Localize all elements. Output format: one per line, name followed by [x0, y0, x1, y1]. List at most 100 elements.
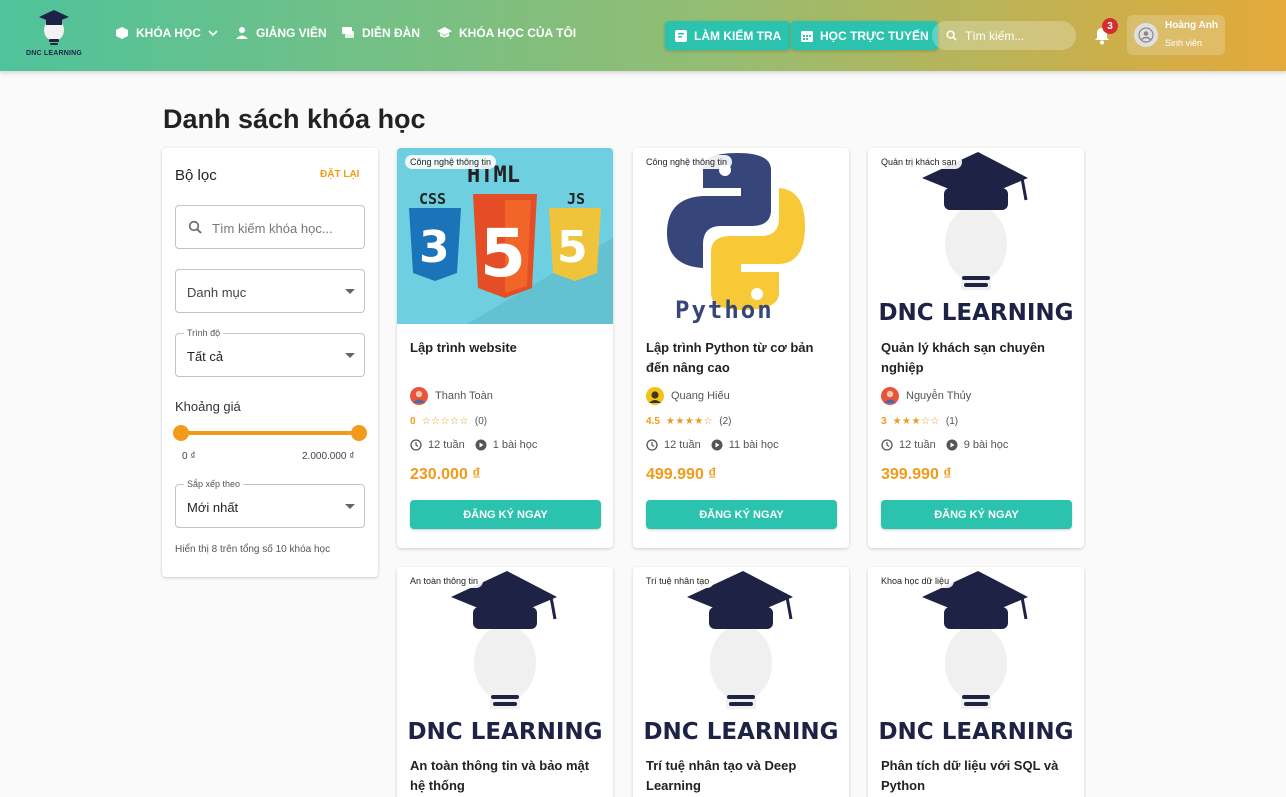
course-duration: 12 tuần — [664, 439, 701, 451]
sort-select-label: Sắp xếp theo — [184, 479, 244, 489]
header-search-input[interactable]: Tìm kiếm... — [932, 21, 1076, 50]
filter-title: Bộ lọc — [175, 167, 217, 184]
course-title[interactable]: Lập trình Python từ cơ bản đến nâng cao — [646, 338, 840, 378]
rating-value: 0 — [410, 416, 416, 427]
category-select[interactable]: Danh mục — [175, 269, 365, 313]
sort-select-value: Mới nhất — [187, 500, 239, 515]
rating-stars: ☆☆☆☆☆ — [421, 416, 469, 427]
course-card[interactable]: DNC LEARNING An toàn thông tin An toàn t… — [397, 567, 613, 797]
category-badge: Quản trị khách sạn — [876, 155, 962, 169]
course-lessons: 1 bài học — [492, 439, 538, 451]
instructor-avatar — [646, 387, 664, 405]
package-icon — [116, 27, 128, 39]
reset-filter-button[interactable]: ĐẶT LẠI — [320, 169, 359, 180]
online-class-button[interactable]: HỌC TRỰC TUYẾN — [791, 21, 938, 50]
course-title[interactable]: Trí tuệ nhân tạo và Deep Learning — [646, 756, 840, 796]
forum-icon — [342, 27, 354, 38]
quiz-button[interactable]: LÀM KIỂM TRA — [665, 21, 791, 50]
nav-khoa-hoc-cua-toi-label: KHÓA HỌC CỦA TÔI — [459, 26, 577, 40]
register-button[interactable]: ĐĂNG KÝ NGAY — [646, 500, 837, 529]
svg-text:5: 5 — [557, 222, 588, 273]
rating-value: 3 — [881, 416, 887, 427]
course-card[interactable]: HTML CSS JS 3 5 5 Công nghệ thông tin Lậ… — [397, 148, 613, 548]
online-class-button-label: HỌC TRỰC TUYẾN — [820, 28, 929, 43]
course-title[interactable]: Phân tích dữ liệu với SQL và Python — [881, 756, 1075, 796]
play-circle-icon — [711, 439, 723, 451]
nav-khoa-hoc[interactable]: KHÓA HỌC — [115, 26, 218, 40]
html-css-js-logo: HTML CSS JS 3 5 5 — [409, 163, 613, 324]
play-circle-icon — [946, 439, 958, 451]
logo-text: DNC LEARNING — [25, 50, 83, 57]
thumb-brand-text: DNC LEARNING — [878, 719, 1073, 743]
course-thumbnail: DNC LEARNING Trí tuệ nhân tạo — [633, 567, 849, 743]
course-meta: 12 tuần 1 bài học — [410, 439, 537, 451]
svg-text:3: 3 — [419, 222, 450, 273]
price-slider-max-handle[interactable] — [351, 425, 367, 441]
category-badge: Công nghệ thông tin — [405, 155, 497, 169]
price-slider-track[interactable] — [181, 431, 359, 435]
course-search-placeholder: Tìm kiếm khóa học... — [212, 221, 333, 236]
course-search-input[interactable]: Tìm kiếm khóa học... — [175, 205, 365, 249]
thumb-brand-text: DNC LEARNING — [878, 300, 1073, 324]
course-thumbnail: DNC LEARNING An toàn thông tin — [397, 567, 613, 743]
course-title[interactable]: Lập trình website — [410, 338, 604, 358]
course-thumbnail: DNC LEARNING Quản trị khách sạn — [868, 148, 1084, 324]
level-select-value: Tất cả — [187, 349, 224, 364]
instructor: Nguyễn Thủy — [881, 387, 971, 405]
course-title[interactable]: An toàn thông tin và bảo mật hệ thống — [410, 756, 604, 796]
register-button[interactable]: ĐĂNG KÝ NGAY — [881, 500, 1072, 529]
review-count: (1) — [945, 416, 959, 427]
category-badge: Công nghệ thông tin — [641, 155, 733, 169]
nav-khoa-hoc-cua-toi[interactable]: KHÓA HỌC CỦA TÔI — [437, 26, 576, 40]
dropdown-arrow-icon — [345, 504, 355, 509]
nav-giang-vien[interactable]: GIẢNG VIÊN — [235, 26, 327, 40]
course-lessons: 11 bài học — [728, 439, 779, 451]
result-count: Hiển thị 8 trên tổng số 10 khóa học — [175, 544, 331, 555]
school-icon — [437, 27, 452, 38]
user-role: Sinh viên — [1165, 38, 1203, 48]
logo[interactable]: DNC LEARNING — [26, 8, 82, 64]
page-title: Danh sách khóa học — [163, 104, 426, 134]
course-card[interactable]: Python Công nghệ thông tin Lập trình Pyt… — [633, 148, 849, 548]
avatar — [1134, 23, 1158, 47]
instructor-name: Nguyễn Thủy — [906, 390, 972, 402]
dnc-brand-thumbnail: DNC LEARNING — [878, 571, 1074, 743]
nav-dien-dan[interactable]: DIỄN ĐÀN — [341, 26, 420, 40]
course-card[interactable]: DNC LEARNING Quản trị khách sạn Quản lý … — [868, 148, 1084, 548]
rating-stars: ★★★☆☆ — [892, 416, 940, 427]
thumb-js-text: JS — [567, 190, 585, 208]
course-meta: 12 tuần 9 bài học — [881, 439, 1008, 451]
category-badge: Khoa học dữ liệu — [876, 574, 955, 588]
dnc-brand-thumbnail: DNC LEARNING — [643, 571, 839, 743]
level-select-label: Trình độ — [184, 328, 224, 338]
course-card[interactable]: DNC LEARNING Khoa học dữ liệu Phân tích … — [868, 567, 1084, 797]
course-thumbnail: Python Công nghệ thông tin — [633, 148, 849, 324]
sort-select[interactable]: Sắp xếp theo Mới nhất — [175, 479, 365, 528]
review-count: (0) — [474, 416, 488, 427]
graduation-bulb-icon — [39, 10, 69, 45]
instructor-avatar — [410, 387, 428, 405]
course-card[interactable]: DNC LEARNING Trí tuệ nhân tạo Trí tuệ nh… — [633, 567, 849, 797]
thumb-brand-text: DNC LEARNING — [643, 719, 838, 743]
play-circle-icon — [475, 439, 487, 451]
dropdown-arrow-icon — [345, 353, 355, 358]
level-select[interactable]: Trình độ Tất cả — [175, 328, 365, 377]
course-lessons: 9 bài học — [963, 439, 1009, 451]
register-button[interactable]: ĐĂNG KÝ NGAY — [410, 500, 601, 529]
course-price: 399.990 ₫ — [881, 466, 952, 483]
thumb-python-text: Python — [675, 296, 774, 324]
nav-giang-vien-label: GIẢNG VIÊN — [256, 26, 327, 40]
chevron-down-icon — [208, 30, 218, 37]
instructor-name: Quang Hiếu — [671, 390, 730, 402]
instructor-avatar — [881, 387, 899, 405]
course-thumbnail: DNC LEARNING Khoa học dữ liệu — [868, 567, 1084, 743]
clock-icon — [646, 439, 658, 451]
rating: 3 ★★★☆☆ (1) — [881, 416, 958, 427]
user-menu[interactable]: Hoàng Anh Sinh viên — [1127, 15, 1225, 55]
course-duration: 12 tuần — [428, 439, 465, 451]
search-icon — [946, 30, 957, 41]
price-slider-min-handle[interactable] — [173, 425, 189, 441]
notification-badge: 3 — [1102, 18, 1118, 34]
course-title[interactable]: Quản lý khách sạn chuyên nghiệp — [881, 338, 1075, 378]
price-range-label: Khoảng giá — [175, 399, 241, 414]
